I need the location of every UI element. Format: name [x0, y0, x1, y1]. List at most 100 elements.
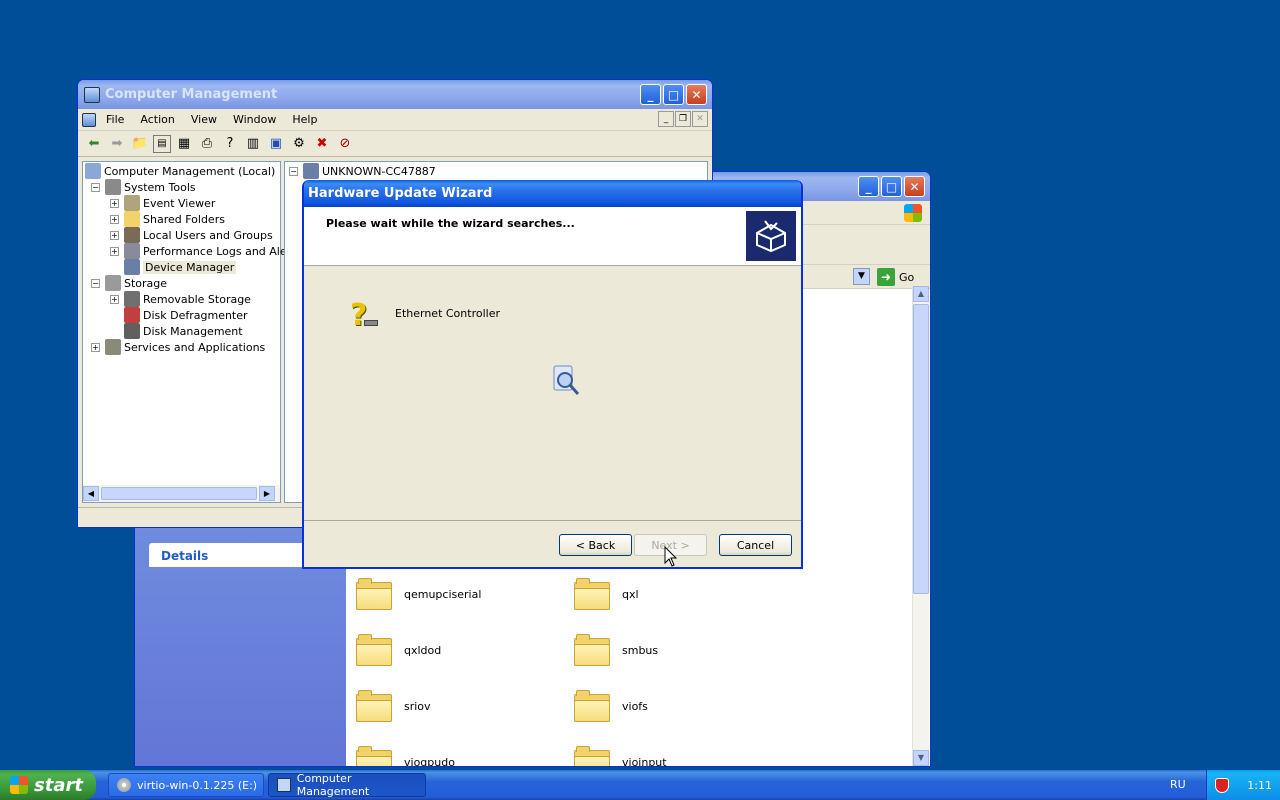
wizard-footer-divider: [304, 520, 801, 521]
searching-animation-icon: [552, 364, 582, 398]
tree-disk-defragmenter[interactable]: Disk Defragmenter: [124, 307, 248, 323]
folder-item[interactable]: viogpudo: [356, 746, 455, 767]
go-button[interactable]: ➜ Go: [877, 268, 914, 286]
folder-item[interactable]: sriov: [356, 690, 431, 722]
menu-view[interactable]: View: [183, 113, 225, 126]
child-restore-icon[interactable]: ❐: [675, 111, 691, 127]
scroll-left-icon[interactable]: ◀: [83, 486, 99, 501]
up-folder-icon[interactable]: 📁: [130, 134, 150, 154]
folder-label: qxldod: [404, 643, 442, 657]
cm-title: Computer Management: [105, 87, 278, 102]
folder-label: viogpudo: [404, 755, 455, 767]
menu-help[interactable]: Help: [284, 113, 325, 126]
cm-titlebar[interactable]: Computer Management _ □ ✕: [78, 80, 712, 109]
start-button[interactable]: start: [0, 770, 96, 800]
close-icon[interactable]: ✕: [686, 84, 707, 105]
disable-icon[interactable]: ⊘: [335, 134, 355, 154]
taskbar-item-virtio[interactable]: virtio-win-0.1.225 (E:): [108, 773, 264, 797]
security-shield-icon[interactable]: [1215, 777, 1229, 793]
taskbar: start virtio-win-0.1.225 (E:) Computer M…: [0, 770, 1280, 800]
menu-action[interactable]: Action: [132, 113, 182, 126]
folder-item[interactable]: vioinput: [574, 746, 667, 766]
event-viewer-icon: [124, 195, 140, 211]
wizard-header: Please wait while the wizard searches...: [304, 207, 801, 266]
tree-local-users[interactable]: + Local Users and Groups: [110, 227, 273, 243]
wizard-heading: Please wait while the wizard searches...: [326, 217, 575, 230]
clock[interactable]: 1:11: [1247, 779, 1272, 792]
folder-item[interactable]: qemupciserial: [356, 578, 481, 610]
tree-system-tools[interactable]: − System Tools: [91, 179, 196, 195]
tree-device-manager[interactable]: Device Manager: [124, 259, 237, 275]
menu-window[interactable]: Window: [225, 113, 284, 126]
uninstall-icon[interactable]: ✖: [312, 134, 332, 154]
mmc-icon: [82, 112, 96, 127]
wizard-titlebar[interactable]: Hardware Update Wizard: [304, 180, 801, 207]
language-indicator[interactable]: RU: [1170, 778, 1186, 791]
folder-icon: [574, 578, 610, 610]
defrag-icon: [124, 307, 140, 323]
unknown-device-icon: ?: [348, 298, 382, 336]
tree-disk-management[interactable]: Disk Management: [124, 323, 243, 339]
action-pane-icon[interactable]: ▥: [243, 134, 263, 154]
cd-drive-icon: [117, 778, 131, 792]
folder-item[interactable]: qxldod: [356, 634, 441, 666]
minimize-icon[interactable]: _: [640, 84, 661, 105]
tree-root[interactable]: Computer Management (Local): [85, 163, 275, 179]
tree-event-viewer[interactable]: + Event Viewer: [110, 195, 215, 211]
folder-icon: [574, 746, 610, 766]
folder-label: qemupciserial: [404, 587, 482, 601]
folder-icon: [356, 690, 392, 722]
go-arrow-icon: ➜: [877, 268, 895, 286]
performance-icon: [124, 243, 140, 259]
system-tray: 1:11: [1206, 770, 1280, 800]
back-button[interactable]: < Back: [559, 534, 632, 556]
vertical-scrollbar[interactable]: ▲ ▼: [912, 286, 929, 766]
computer-icon: [277, 778, 291, 792]
taskbar-item-computer-management[interactable]: Computer Management: [268, 772, 426, 798]
properties-icon[interactable]: ▦: [174, 134, 194, 154]
scroll-thumb[interactable]: [913, 304, 929, 594]
folder-item[interactable]: smbus: [574, 634, 658, 666]
tree-shared-folders[interactable]: + Shared Folders: [110, 211, 225, 227]
scroll-right-icon[interactable]: ▶: [259, 486, 275, 501]
taskbar-label: Computer Management: [296, 772, 370, 798]
print-icon[interactable]: ⎙: [197, 134, 217, 154]
close-icon[interactable]: ✕: [904, 176, 925, 197]
users-icon: [124, 227, 140, 243]
wizard-title: Hardware Update Wizard: [308, 186, 493, 201]
folder-icon: [356, 634, 392, 666]
scroll-up-icon[interactable]: ▲: [913, 286, 929, 302]
address-dropdown-icon[interactable]: ▼: [853, 268, 870, 285]
scroll-thumb[interactable]: [101, 487, 257, 500]
tree-services-applications[interactable]: + Services and Applications: [91, 339, 265, 355]
scroll-down-icon[interactable]: ▼: [913, 750, 929, 766]
device-tree-root[interactable]: − UNKNOWN-CC47887: [289, 163, 436, 179]
wizard-hardware-icon: [746, 211, 796, 261]
child-close-icon[interactable]: ✕: [692, 111, 708, 127]
tools-icon: [105, 179, 121, 195]
child-minimize-icon[interactable]: _: [658, 111, 674, 127]
maximize-icon[interactable]: □: [881, 176, 902, 197]
tree-horizontal-scrollbar[interactable]: ◀ ▶: [83, 485, 280, 502]
menu-file[interactable]: File: [98, 113, 132, 126]
folder-item[interactable]: viofs: [574, 690, 648, 722]
cm-toolbar: ⬅ ➡ 📁 ▤ ▦ ⎙ ? ▥ ▣ ⚙ ✖ ⊘: [78, 131, 712, 157]
folder-label: viofs: [622, 699, 648, 713]
tree-storage[interactable]: − Storage: [91, 275, 167, 291]
back-arrow-icon[interactable]: ⬅: [84, 134, 104, 154]
removable-storage-icon: [124, 291, 140, 307]
tree-performance-logs[interactable]: + Performance Logs and Alert:: [110, 243, 299, 259]
folder-item[interactable]: qxl: [574, 578, 639, 610]
update-driver-icon[interactable]: ⚙: [289, 134, 309, 154]
cancel-button[interactable]: Cancel: [719, 534, 792, 556]
forward-arrow-icon[interactable]: ➡: [107, 134, 127, 154]
show-hide-tree-icon[interactable]: ▤: [153, 134, 171, 153]
minimize-icon[interactable]: _: [858, 176, 879, 197]
maximize-icon[interactable]: □: [663, 84, 684, 105]
cm-menubar: File Action View Window Help _ ❐ ✕: [78, 109, 712, 131]
folder-icon: [356, 578, 392, 610]
folder-label: smbus: [622, 643, 659, 657]
scan-hardware-icon[interactable]: ▣: [266, 134, 286, 154]
help-icon[interactable]: ?: [220, 134, 240, 154]
tree-removable-storage[interactable]: + Removable Storage: [110, 291, 251, 307]
